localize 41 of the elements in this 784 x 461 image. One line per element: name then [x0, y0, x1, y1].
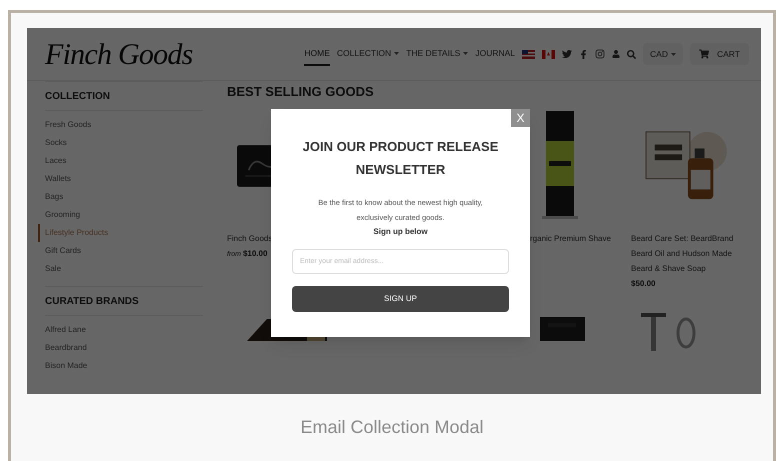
caret-icon [671, 52, 676, 56]
sign-up-button[interactable]: SIGN UP [292, 286, 509, 312]
sidebar-heading: CURATED BRANDS [45, 287, 203, 316]
sidebar-item[interactable]: Laces [45, 152, 203, 170]
modal-subtext: Sign up below [373, 226, 428, 238]
nav-link[interactable]: JOURNAL [475, 42, 516, 66]
search-icon[interactable] [627, 50, 636, 58]
section-heading: BEST SELLING GOODS [227, 82, 375, 100]
user-icon[interactable] [612, 50, 620, 58]
camera-icon[interactable] [595, 49, 606, 59]
sidebar-item[interactable]: Bison Made [45, 357, 203, 375]
currency-select[interactable]: CAD [643, 42, 683, 66]
sidebar-item[interactable]: Bags [45, 188, 203, 206]
product-name[interactable]: Beard Oil and Hudson Made [631, 246, 732, 261]
sidebar-item[interactable]: Fresh Goods [45, 116, 203, 134]
modal-title: JOIN OUR PRODUCT RELEASE NEWSLETTER [302, 138, 500, 179]
sidebar-item[interactable]: Beardbrand [45, 339, 203, 357]
sidebar-item[interactable]: Alfred Lane [45, 321, 203, 339]
nav-link[interactable]: THE DETAILS [406, 42, 468, 66]
facebook-icon[interactable] [579, 50, 588, 58]
bird-icon[interactable] [562, 49, 572, 59]
sidebar-item[interactable]: Wallets [45, 170, 203, 188]
sidebar-heading: COLLECTION [45, 82, 203, 111]
cart-button[interactable]: CART [690, 42, 749, 66]
close-button[interactable]: X [511, 109, 530, 127]
nav-link[interactable]: HOME [304, 42, 330, 66]
sidebar-item[interactable]: Gift Cards [45, 242, 203, 260]
caption: Email Collection Modal [300, 416, 484, 439]
flag-icon[interactable] [522, 50, 536, 58]
sidebar-item[interactable]: Lifestyle Products [38, 224, 203, 242]
product-name[interactable]: Beard & Shave Soap [631, 261, 706, 276]
product-name[interactable]: Beard Care Set: BeardBrand [631, 231, 734, 246]
sidebar-item[interactable]: Socks [45, 134, 203, 152]
product-price: $50.00 [631, 278, 656, 290]
cart-icon [699, 49, 709, 59]
product-name[interactable]: rganic Premium Shave [530, 231, 611, 246]
logo[interactable]: Finch Goods [45, 32, 193, 76]
sidebar-item[interactable]: Sale [45, 260, 203, 278]
nav-link[interactable]: COLLECTION [336, 42, 400, 66]
flag-icon[interactable] [542, 50, 556, 58]
sidebar-item[interactable]: Grooming [45, 206, 203, 224]
